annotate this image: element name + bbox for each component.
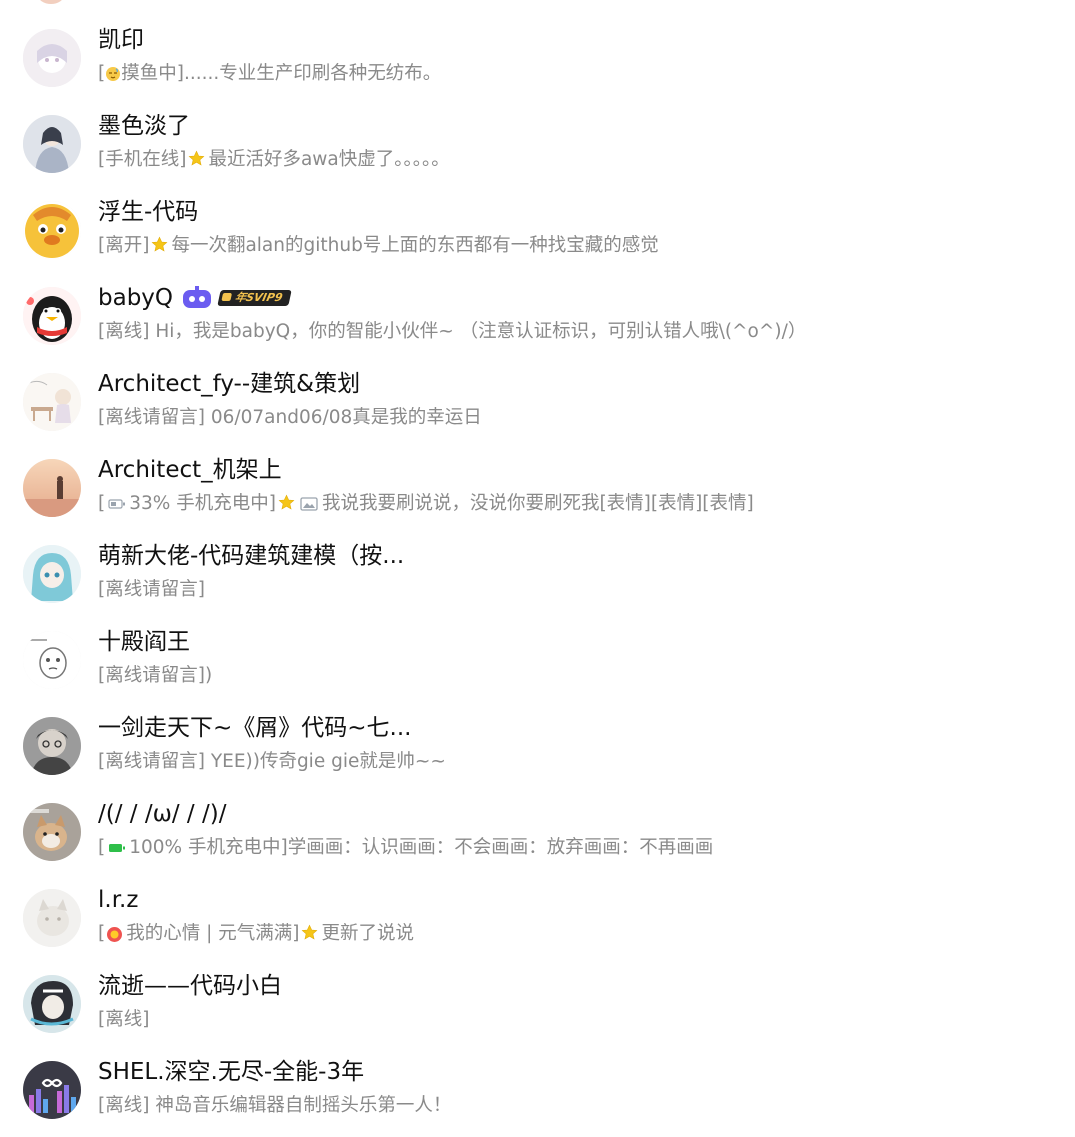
status-text: 每一次翻alan的github号上面的东西都有一种找宝藏的感觉 xyxy=(171,235,659,256)
contact-name: 一剑走天下~《屑》代码~七... xyxy=(98,715,412,741)
status-text: 学画画：认识画画：不会画画：放弃画画：不再画画 xyxy=(287,837,714,858)
status-label: 100% 手机充电中] xyxy=(129,837,288,858)
avatar[interactable] xyxy=(23,803,81,861)
status-text: 最近活好多awa快虚了。。。。。 xyxy=(208,149,450,170)
contact-name: 浮生-代码 xyxy=(98,199,199,225)
contact-status: [手机在线] 最近活好多awa快虚了。。。。。 xyxy=(98,148,450,172)
contact-row[interactable]: /(/ / /ω/ / /)/ [100% 手机充电中]学画画：认识画画：不会画… xyxy=(0,788,1075,874)
contact-row[interactable]: Architect_fy--建筑&策划 [离线请留言] 06/07and06/0… xyxy=(0,358,1075,444)
avatar[interactable] xyxy=(23,29,81,87)
status-text: 我说我要刷说说，没说你要刷死我[表情][表情][表情] xyxy=(321,493,754,514)
status-label: 摸鱼中] xyxy=(121,63,184,84)
contact-name: l.r.z xyxy=(98,887,139,913)
contact-name: babyQ 年SVIP9 xyxy=(98,284,292,312)
status-text: 神岛音乐编辑器自制摇头乐第一人！ xyxy=(155,1095,452,1116)
status-bracket: [离线] xyxy=(98,1095,150,1116)
contact-row[interactable]: babyQ 年SVIP9 [离线] Hi，我是babyQ，你的智能小伙伴~ （注意… xyxy=(0,272,1075,358)
contact-row[interactable]: 流逝——代码小白 [离线] xyxy=(0,960,1075,1046)
avatar[interactable] xyxy=(23,545,81,603)
avatar[interactable] xyxy=(23,717,81,775)
contact-status: [ 摸鱼中]......专业生产印刷各种无纺布。 xyxy=(98,62,441,86)
star-icon xyxy=(302,924,318,940)
image-icon xyxy=(300,497,318,511)
contact-row[interactable]: 萌新大佬-代码建筑建模（按... [离线请留言] xyxy=(0,530,1075,616)
contact-name: 流逝——代码小白 xyxy=(98,973,282,999)
contact-name-text: babyQ xyxy=(98,285,174,311)
contact-row[interactable]: l.r.z [ 我的心情 | 元气满满] 更新了说说 xyxy=(0,874,1075,960)
status-bracket: [离线请留言] xyxy=(98,579,205,600)
battery-full-icon xyxy=(109,844,126,852)
contact-status: [ 我的心情 | 元气满满] 更新了说说 xyxy=(98,922,414,946)
status-bracket: [ xyxy=(98,63,106,84)
status-bracket: [手机在线] xyxy=(98,149,187,170)
contact-name: SHEL.深空.无尽-全能-3年 xyxy=(98,1059,365,1085)
status-bracket: [ xyxy=(98,837,106,858)
contact-status: [离线请留言] 06/07and06/08真是我的幸运日 xyxy=(98,406,482,430)
previous-contact-avatar-peek xyxy=(38,0,64,4)
contact-row[interactable]: 一剑走天下~《屑》代码~七... [离线请留言] YEE))传奇gie gie就… xyxy=(0,702,1075,788)
battery-low-icon xyxy=(108,499,126,509)
contact-status: [离线] 神岛音乐编辑器自制摇头乐第一人！ xyxy=(98,1094,451,1118)
contact-status: [离线请留言] xyxy=(98,578,205,602)
face-sleepy-icon xyxy=(106,67,121,81)
contact-name: 萌新大佬-代码建筑建模（按... xyxy=(98,543,405,569)
avatar[interactable] xyxy=(23,975,81,1033)
star-icon xyxy=(189,150,205,166)
robot-badge-icon xyxy=(183,286,212,308)
contact-row[interactable]: 十殿阎王 [离线请留言]) xyxy=(0,616,1075,702)
contact-row[interactable]: 墨色淡了 [手机在线] 最近活好多awa快虚了。。。。。 xyxy=(0,100,1075,186)
status-bracket: [ xyxy=(98,923,106,944)
status-label: 我的心情 | 元气满满] xyxy=(126,923,300,944)
contact-status: [100% 手机充电中]学画画：认识画画：不会画画：放弃画画：不再画画 xyxy=(98,836,713,860)
contact-name: 墨色淡了 xyxy=(98,113,190,139)
status-text: ......专业生产印刷各种无纺布。 xyxy=(183,63,442,84)
star-icon xyxy=(152,236,168,252)
avatar[interactable] xyxy=(23,459,81,517)
status-text: 更新了说说 xyxy=(321,923,414,944)
status-bracket: [离线请留言] xyxy=(98,407,205,428)
star-icon xyxy=(278,494,295,510)
status-bracket: [离线] xyxy=(98,321,150,342)
contact-row[interactable]: Architect_机架上 [33% 手机充电中] 我说我要刷说说，没说你要刷死我… xyxy=(0,444,1075,530)
contact-row[interactable]: SHEL.深空.无尽-全能-3年 [离线] 神岛音乐编辑器自制摇头乐第一人！ xyxy=(0,1046,1075,1132)
contact-name: Architect_fy--建筑&策划 xyxy=(98,371,361,397)
avatar[interactable] xyxy=(23,115,81,173)
status-bracket: [离线请留言] xyxy=(98,751,205,772)
status-text: YEE))传奇gie gie就是帅~~ xyxy=(210,751,446,772)
contact-name: /(/ / /ω/ / /)/ xyxy=(98,801,227,827)
avatar[interactable] xyxy=(23,889,81,947)
avatar[interactable] xyxy=(23,287,81,345)
contact-status: [离线请留言]) xyxy=(98,664,212,688)
contact-status: [离线请留言] YEE))传奇gie gie就是帅~~ xyxy=(98,750,446,774)
contact-name: 十殿阎王 xyxy=(98,629,190,655)
contact-status: [33% 手机充电中] 我说我要刷说说，没说你要刷死我[表情][表情][表情] xyxy=(98,492,754,516)
status-text: Hi，我是babyQ，你的智能小伙伴~ （注意认证标识，可别认错人哦\(^o^)… xyxy=(155,321,807,342)
avatar[interactable] xyxy=(23,631,81,689)
contact-row[interactable]: 凯印 [ 摸鱼中]......专业生产印刷各种无纺布。 xyxy=(0,14,1075,100)
status-bracket: [离开] xyxy=(98,235,150,256)
avatar[interactable] xyxy=(23,373,81,431)
status-bracket: [离线请留言] xyxy=(98,665,205,686)
status-bracket: [ xyxy=(98,493,106,514)
avatar[interactable] xyxy=(23,1061,81,1119)
contact-name: Architect_机架上 xyxy=(98,457,282,483)
contact-status: [离线] Hi，我是babyQ，你的智能小伙伴~ （注意认证标识，可别认错人哦\… xyxy=(98,320,806,344)
status-bracket: [离线] xyxy=(98,1009,150,1030)
contact-name: 凯印 xyxy=(98,27,144,53)
status-label: 33% 手机充电中] xyxy=(129,493,276,514)
status-text: ) xyxy=(204,665,213,686)
mood-icon xyxy=(107,926,123,942)
contact-status: [离开] 每一次翻alan的github号上面的东西都有一种找宝藏的感觉 xyxy=(98,234,659,258)
status-text: 06/07and06/08真是我的幸运日 xyxy=(210,407,482,428)
contact-status: [离线] xyxy=(98,1008,149,1032)
avatar[interactable] xyxy=(23,201,81,259)
vip-badge: 年SVIP9 xyxy=(217,290,292,306)
contact-row[interactable]: 浮生-代码 [离开] 每一次翻alan的github号上面的东西都有一种找宝藏的感… xyxy=(0,186,1075,272)
